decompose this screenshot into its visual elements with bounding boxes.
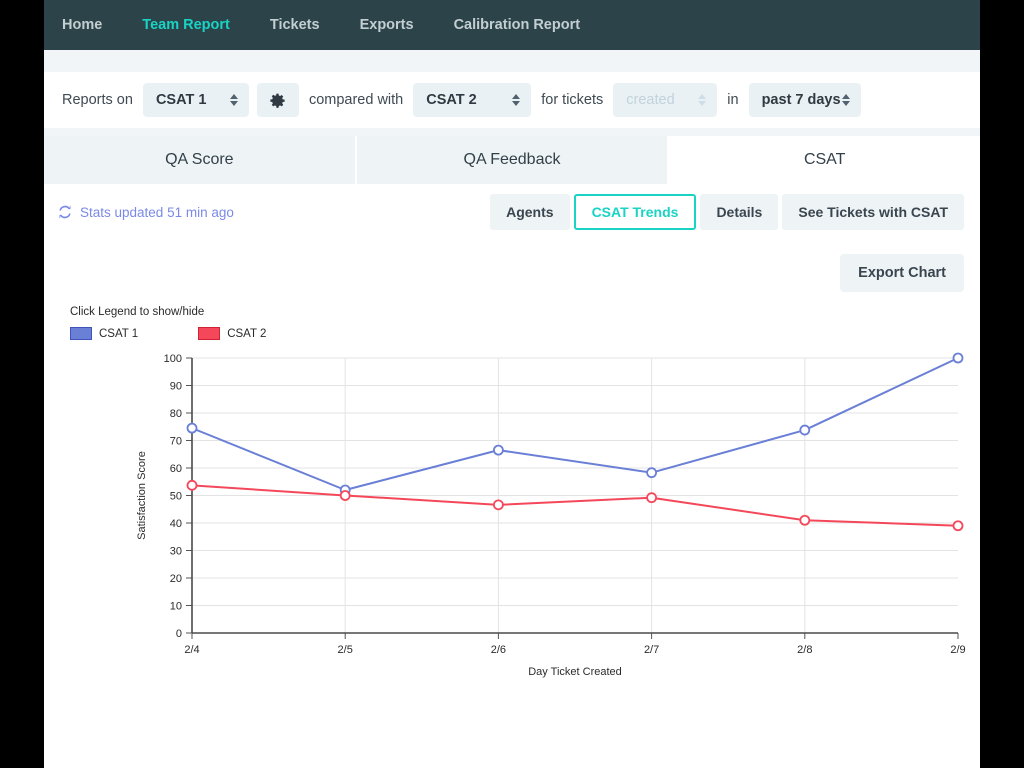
secondary-metric-select[interactable]: CSAT 2 [413,83,532,117]
svg-text:2/5: 2/5 [338,644,353,656]
nav-item-team-report[interactable]: Team Report [142,17,230,33]
app-root: Home Team Report Tickets Exports Calibra… [44,0,980,768]
svg-text:40: 40 [170,518,182,530]
chevron-updown-icon [512,94,521,106]
svg-text:90: 90 [170,381,182,393]
svg-text:0: 0 [176,628,182,640]
tab-qa-feedback[interactable]: QA Feedback [356,136,670,184]
ticket-event-select[interactable]: created [613,83,718,117]
svg-text:Satisfaction Score: Satisfaction Score [136,451,148,540]
date-range-select[interactable]: past 7 days [748,83,861,117]
csat-trends-chart: Click Legend to show/hide CSAT 1 CSAT 2 … [44,292,980,678]
segment-see-tickets-with-csat[interactable]: See Tickets with CSAT [782,194,964,230]
legend-label-csat-1: CSAT 1 [99,327,139,340]
svg-text:Day Ticket Created: Day Ticket Created [528,666,622,678]
nav-item-exports[interactable]: Exports [360,17,414,33]
segment-csat-trends[interactable]: CSAT Trends [573,194,697,230]
stats-refresh-control[interactable]: Stats updated 51 min ago [58,205,234,220]
chevron-updown-icon [698,94,707,106]
for-tickets-label: for tickets [541,92,604,108]
legend-swatch-csat-2 [198,327,221,340]
legend-item-csat-1[interactable]: CSAT 1 [70,327,138,340]
filter-settings-button[interactable] [256,83,299,117]
svg-text:2/8: 2/8 [797,644,812,656]
tab-csat[interactable]: CSAT [669,136,980,184]
line-chart-svg: 0 10 20 30 40 50 60 70 80 90 100 2/4 2/5 2/6 2/7 2/8 2/9… [136,352,966,678]
svg-text:100: 100 [164,353,182,365]
legend-item-csat-2[interactable]: CSAT 2 [198,327,266,340]
filter-strip-spacer [44,50,980,72]
export-chart-button[interactable]: Export Chart [840,254,964,292]
svg-text:70: 70 [170,436,182,448]
tab-qa-score[interactable]: QA Score [44,136,357,184]
legend-swatch-csat-1 [70,327,92,340]
ticket-event-value: created [626,92,675,108]
secondary-metric-value: CSAT 2 [426,92,477,108]
nav-item-tickets[interactable]: Tickets [270,17,320,33]
primary-metric-value: CSAT 1 [155,92,207,108]
chevron-updown-icon [841,94,850,106]
legend-hint: Click Legend to show/hide [70,306,205,318]
svg-text:50: 50 [170,491,182,503]
legend-label-csat-2: CSAT 2 [227,327,267,340]
in-label: in [727,92,739,108]
svg-text:60: 60 [170,463,182,475]
filter-bar: Reports on CSAT 1 compared with CSAT 2 f… [44,72,980,128]
svg-text:2/6: 2/6 [491,644,506,656]
export-row: Export Chart [44,240,980,292]
chevron-updown-icon [229,94,238,106]
segment-details[interactable]: Details [700,194,779,230]
main-navigation: Home Team Report Tickets Exports Calibra… [44,0,980,50]
refresh-icon [59,205,71,219]
svg-text:30: 30 [170,546,182,558]
svg-text:2/9: 2/9 [950,644,965,656]
primary-metric-select[interactable]: CSAT 1 [142,83,249,117]
segment-agents[interactable]: Agents [490,194,570,230]
nav-item-calibration-report[interactable]: Calibration Report [454,17,580,33]
chart-legend: CSAT 1 CSAT 2 [70,327,980,340]
svg-text:20: 20 [170,573,182,585]
compared-with-label: compared with [308,92,404,108]
svg-text:2/7: 2/7 [644,644,659,656]
sub-toolbar: Stats updated 51 min ago Agents CSAT Tre… [44,184,980,240]
date-range-value: past 7 days [761,92,841,108]
tab-strip-spacer [44,128,980,136]
nav-item-home[interactable]: Home [62,17,102,33]
report-tabs: QA Score QA Feedback CSAT [44,136,980,184]
svg-text:10: 10 [170,601,182,613]
svg-text:80: 80 [170,408,182,420]
svg-text:2/4: 2/4 [184,644,199,656]
csat-view-segments: Agents CSAT Trends Details See Tickets w… [486,194,964,230]
stats-updated-text: Stats updated 51 min ago [80,204,234,220]
reports-on-label: Reports on [62,92,133,108]
gear-icon [270,93,286,108]
